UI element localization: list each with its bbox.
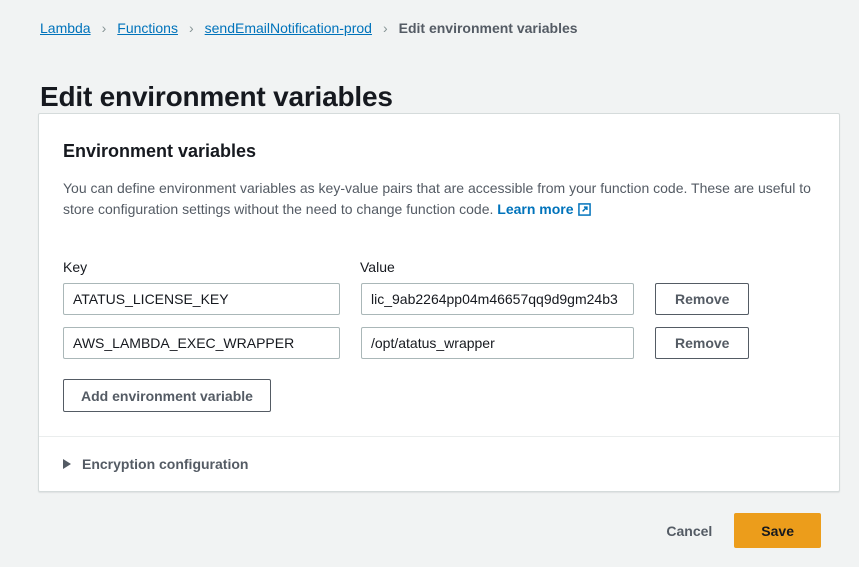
encryption-configuration-toggle[interactable]: Encryption configuration bbox=[39, 437, 839, 491]
page-title: Edit environment variables bbox=[40, 80, 393, 112]
variables-field-grid: Key Value Remove Remove Add environment … bbox=[63, 258, 815, 412]
breadcrumb-separator: › bbox=[101, 20, 107, 36]
section-description-text: You can define environment variables as … bbox=[63, 180, 811, 217]
breadcrumb-item-function-name[interactable]: sendEmailNotification-prod bbox=[205, 18, 372, 38]
key-input-0[interactable] bbox=[63, 283, 340, 315]
cancel-button[interactable]: Cancel bbox=[652, 513, 726, 548]
breadcrumb-separator: › bbox=[382, 20, 388, 36]
variable-row: Remove bbox=[63, 327, 815, 359]
encryption-configuration-label: Encryption configuration bbox=[82, 456, 249, 472]
caret-right-icon bbox=[63, 459, 71, 469]
value-input-1[interactable] bbox=[361, 327, 634, 359]
section-title: Environment variables bbox=[63, 141, 257, 161]
breadcrumb-item-lambda[interactable]: Lambda bbox=[40, 18, 91, 38]
learn-more-label: Learn more bbox=[497, 201, 574, 217]
breadcrumb-item-current: Edit environment variables bbox=[398, 20, 578, 36]
card-body: Environment variables You can define env… bbox=[39, 114, 839, 436]
environment-variables-card: Environment variables You can define env… bbox=[38, 113, 840, 492]
remove-button-0[interactable]: Remove bbox=[655, 283, 750, 315]
learn-more-link[interactable]: Learn more bbox=[497, 201, 591, 217]
add-environment-variable-button[interactable]: Add environment variable bbox=[63, 379, 271, 412]
variable-row: Remove bbox=[63, 283, 815, 315]
field-header-row: Key Value bbox=[63, 258, 815, 276]
form-actions: Cancel Save bbox=[652, 513, 821, 548]
key-input-1[interactable] bbox=[63, 327, 340, 359]
value-input-0[interactable] bbox=[361, 283, 634, 315]
breadcrumb-item-functions[interactable]: Functions bbox=[117, 18, 178, 38]
value-column-label: Value bbox=[360, 259, 395, 275]
external-link-icon bbox=[577, 201, 591, 222]
save-button[interactable]: Save bbox=[734, 513, 821, 548]
breadcrumb-separator: › bbox=[188, 20, 194, 36]
key-column-label: Key bbox=[63, 259, 88, 275]
breadcrumb: Lambda › Functions › sendEmailNotificati… bbox=[40, 18, 578, 38]
section-description: You can define environment variables as … bbox=[63, 178, 815, 222]
remove-button-1[interactable]: Remove bbox=[655, 327, 750, 359]
